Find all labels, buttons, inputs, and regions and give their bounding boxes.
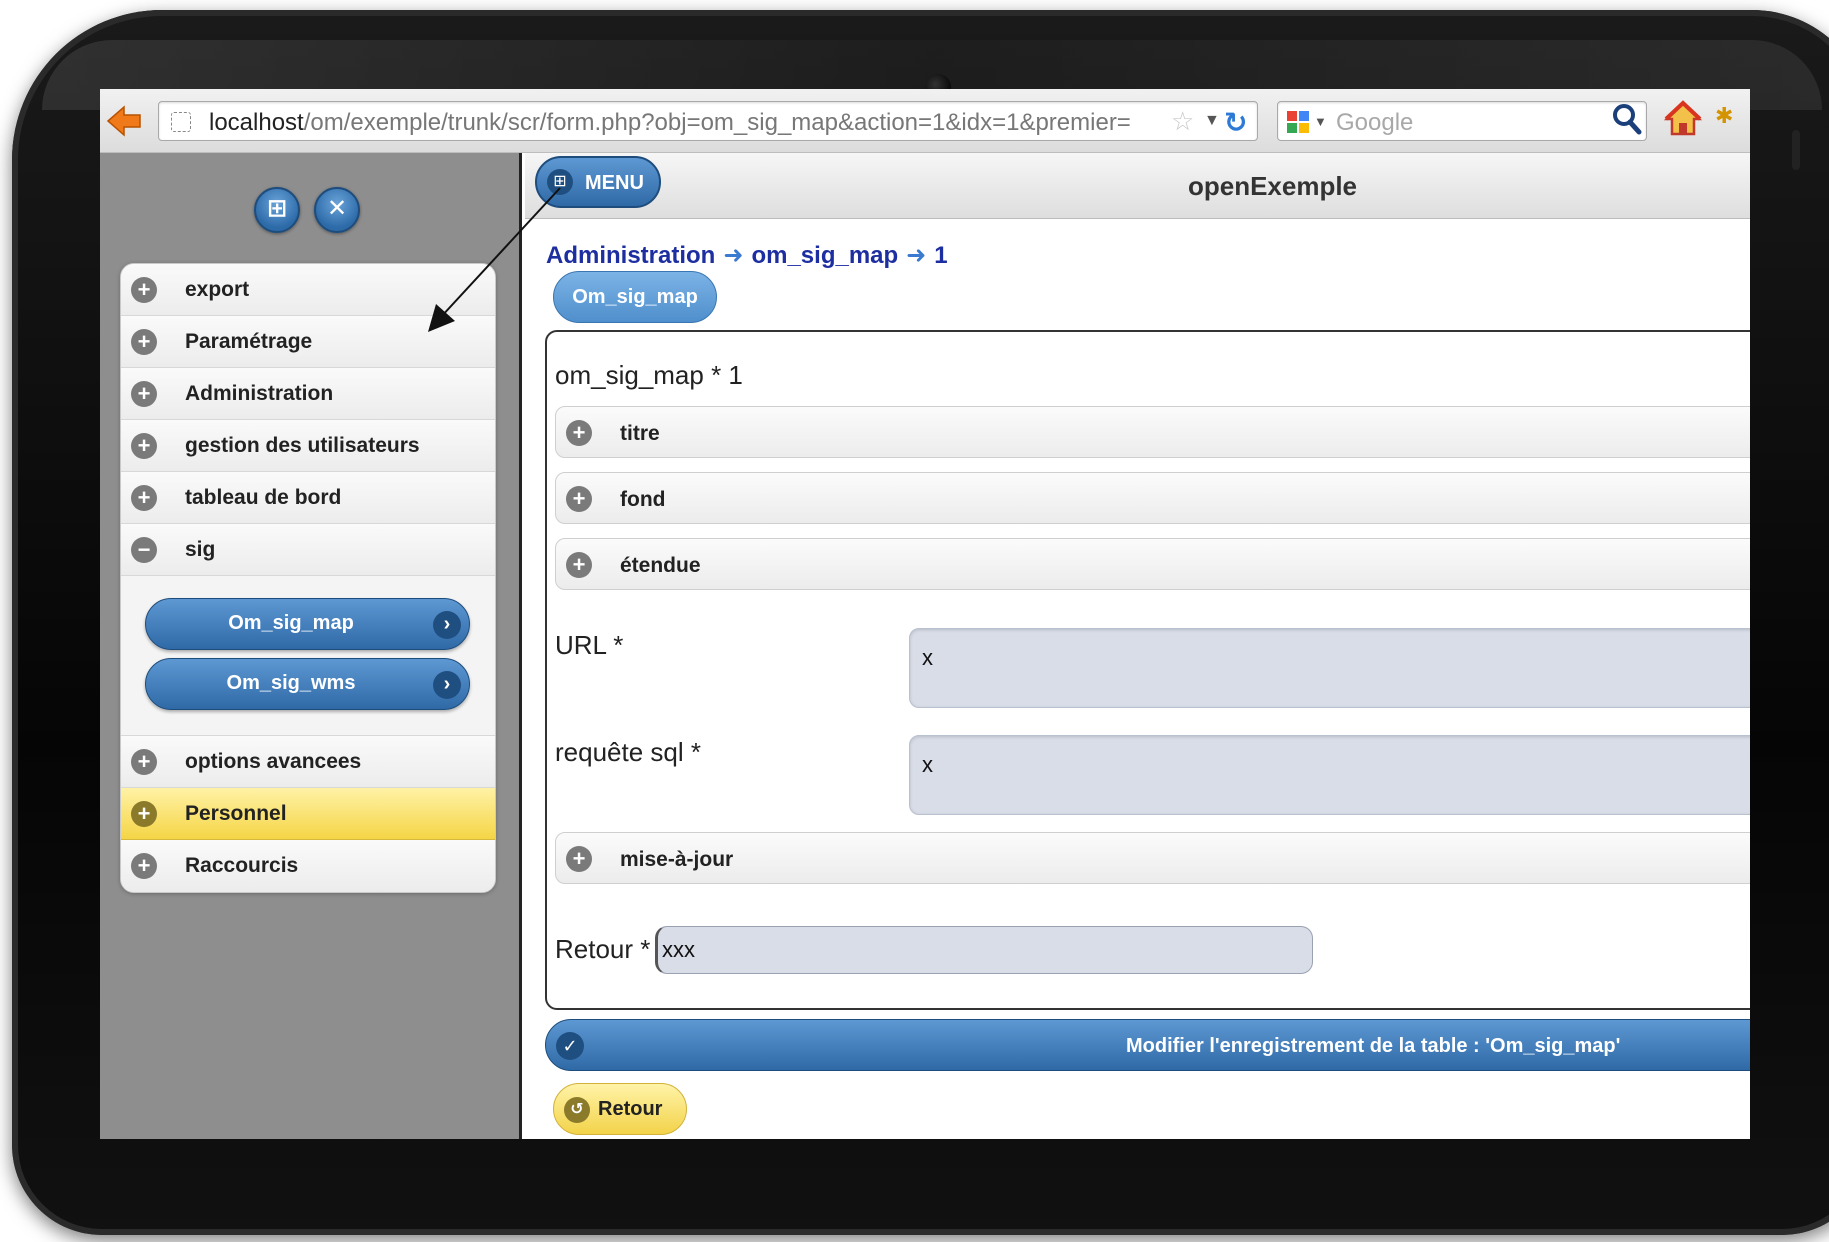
- plus-icon: +: [131, 329, 157, 355]
- url-dropdown-icon[interactable]: ▼: [1204, 112, 1220, 130]
- sidebar-item-options-avancees[interactable]: + options avancees: [121, 736, 495, 788]
- sidebar-item-sig[interactable]: − sig: [121, 524, 495, 576]
- fieldset-label: étendue: [620, 554, 701, 577]
- submenu-label: Om_sig_wms: [226, 672, 356, 694]
- breadcrumb-item[interactable]: om_sig_map: [751, 242, 898, 269]
- close-icon: ✕: [326, 195, 348, 222]
- requete-label: requête sql *: [555, 737, 701, 767]
- plus-icon: +: [131, 433, 157, 459]
- fieldset-titre[interactable]: + titre: [555, 406, 1750, 458]
- plus-icon: +: [131, 277, 157, 303]
- requete-textarea[interactable]: x: [909, 735, 1750, 815]
- plus-icon: +: [566, 846, 592, 872]
- page-icon: [171, 112, 191, 132]
- app-header: ⊞ MENU openExemple: [525, 153, 1750, 219]
- undo-icon: ↺: [564, 1097, 590, 1123]
- retour-input[interactable]: xxx: [655, 926, 1313, 974]
- retour-label: Retour *: [555, 934, 651, 964]
- url-path: /om/exemple/trunk/scr/form.php?obj=om_si…: [303, 109, 1131, 136]
- sidebar-item-label: export: [185, 278, 250, 301]
- submenu-label: Om_sig_map: [228, 612, 354, 634]
- edit-form: om_sig_map * 1 + titre + fond + étendue …: [545, 330, 1750, 1010]
- bookmark-star-icon[interactable]: ☆: [1171, 106, 1194, 137]
- sidebar-item-administration[interactable]: + Administration: [121, 368, 495, 420]
- submit-button[interactable]: ✓ Modifier l'enregistrement de la table …: [545, 1019, 1750, 1071]
- plus-icon: +: [566, 420, 592, 446]
- back-label: Retour: [598, 1098, 663, 1120]
- fieldset-label: titre: [620, 422, 660, 445]
- url-host: localhost: [209, 109, 304, 136]
- search-engine-dropdown-icon[interactable]: ▼: [1314, 114, 1327, 129]
- chevron-right-icon: ›: [433, 671, 461, 699]
- screen: localhost/om/exemple/trunk/scr/form.php?…: [100, 89, 1750, 1139]
- search-field[interactable]: ▼ Google: [1277, 101, 1647, 141]
- submit-label: Modifier l'enregistrement de la table : …: [1126, 1035, 1621, 1057]
- sidebar-item-label: Administration: [185, 382, 334, 405]
- search-placeholder: Google: [1336, 109, 1414, 136]
- url-textarea[interactable]: x: [909, 628, 1750, 708]
- sidebar-item-label: gestion des utilisateurs: [185, 434, 420, 457]
- url-label: URL *: [555, 630, 624, 660]
- sidebar-item-label: tableau de bord: [185, 486, 342, 509]
- reload-icon[interactable]: ↻: [1224, 106, 1247, 139]
- sidebar-item-label: Paramétrage: [185, 330, 313, 353]
- breadcrumb-item: 1: [934, 242, 948, 269]
- app-title: openExemple: [1187, 171, 1358, 201]
- plus-icon: +: [131, 853, 157, 879]
- submenu-om-sig-wms[interactable]: Om_sig_wms ›: [145, 658, 470, 710]
- google-icon[interactable]: [1286, 110, 1310, 134]
- grid-icon: ⊞: [266, 195, 288, 222]
- breadcrumb-item[interactable]: Administration: [546, 242, 715, 269]
- arrow-right-icon: ➜: [906, 242, 927, 269]
- url-text: localhost/om/exemple/trunk/scr/form.php?…: [209, 109, 1179, 137]
- addon-icon[interactable]: ✱: [1715, 103, 1733, 129]
- check-icon: ✓: [556, 1032, 584, 1060]
- main-content: ⊞ MENU openExemple Administration ➜ om_sig…: [525, 153, 1750, 1139]
- plus-icon: +: [131, 749, 157, 775]
- side-menu-panel: ⊞ ✕ + export + Paramétrage + Administrat…: [100, 153, 522, 1139]
- plus-icon: +: [131, 381, 157, 407]
- sidebar-item-gestion-utilisateurs[interactable]: + gestion des utilisateurs: [121, 420, 495, 472]
- fieldset-etendue[interactable]: + étendue: [555, 538, 1750, 590]
- url-field[interactable]: localhost/om/exemple/trunk/scr/form.php?…: [158, 101, 1258, 141]
- sidebar-item-parametrage[interactable]: + Paramétrage: [121, 316, 495, 368]
- sidebar-item-personnel[interactable]: + Personnel: [121, 788, 495, 840]
- fieldset-fond[interactable]: + fond: [555, 472, 1750, 524]
- close-menu-button[interactable]: ✕: [314, 187, 360, 233]
- sidebar-item-label: Personnel: [185, 802, 287, 825]
- fieldset-label: mise-à-jour: [620, 848, 734, 871]
- browser-toolbar: localhost/om/exemple/trunk/scr/form.php?…: [100, 89, 1750, 153]
- back-arrow-icon[interactable]: [104, 101, 144, 141]
- minus-icon: −: [131, 537, 157, 563]
- sidebar-item-tableau-de-bord[interactable]: + tableau de bord: [121, 472, 495, 524]
- chevron-right-icon: ›: [433, 611, 461, 639]
- sidebar-item-label: options avancees: [185, 750, 362, 773]
- sidebar-item-label: sig: [185, 538, 216, 561]
- arrow-right-icon: ➜: [723, 242, 744, 269]
- plus-icon: +: [131, 801, 157, 827]
- plus-icon: +: [566, 552, 592, 578]
- submenu-om-sig-map[interactable]: Om_sig_map ›: [145, 598, 470, 650]
- sig-submenu: Om_sig_map › Om_sig_wms ›: [121, 576, 495, 736]
- plus-icon: +: [131, 485, 157, 511]
- sidebar-item-raccourcis[interactable]: + Raccourcis: [121, 840, 495, 892]
- sidebar-item-export[interactable]: + export: [121, 264, 495, 316]
- search-icon[interactable]: [1612, 103, 1642, 135]
- nav-list: + export + Paramétrage + Administration …: [120, 263, 496, 893]
- fieldset-mise-a-jour[interactable]: + mise-à-jour: [555, 832, 1750, 884]
- home-icon[interactable]: [1663, 99, 1703, 139]
- form-title: om_sig_map * 1: [555, 360, 743, 390]
- back-button[interactable]: ↺ Retour: [553, 1083, 687, 1135]
- tab-om-sig-map[interactable]: Om_sig_map: [553, 271, 717, 323]
- breadcrumb: Administration ➜ om_sig_map ➜ 1: [546, 241, 948, 270]
- sidebar-item-label: Raccourcis: [185, 854, 299, 877]
- fieldset-label: fond: [620, 488, 666, 511]
- side-slot: [1792, 130, 1800, 170]
- grid-menu-button[interactable]: ⊞: [254, 187, 300, 233]
- plus-icon: +: [566, 486, 592, 512]
